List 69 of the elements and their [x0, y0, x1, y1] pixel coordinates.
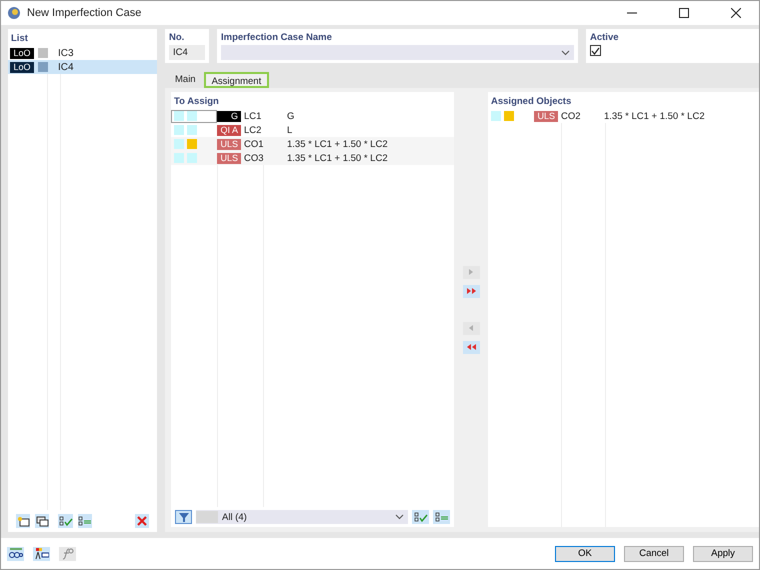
to-assign-title: To Assign	[173, 95, 220, 109]
display-icon	[34, 548, 48, 560]
units-button[interactable]	[7, 546, 24, 560]
formula-button[interactable]	[59, 546, 76, 560]
dialog-button[interactable]: Cancel	[624, 546, 684, 562]
uncheck-all-button[interactable]	[433, 510, 450, 524]
list-item[interactable]: LoO IC3	[8, 46, 157, 60]
name-cell-text: LC1	[243, 110, 262, 122]
load-type-tag: G	[217, 110, 241, 122]
list-item[interactable]: LoO IC4	[8, 60, 157, 74]
delete-icon	[136, 516, 147, 526]
tab[interactable]: Assignment	[204, 72, 270, 88]
copy-windows-icon	[36, 516, 49, 526]
name-label: Imperfection Case Name	[221, 31, 333, 45]
loo-tag: LoO	[10, 48, 34, 58]
item-name: IC4	[57, 62, 74, 72]
new-window-icon	[16, 516, 30, 526]
dialog-button[interactable]: OK	[555, 546, 615, 562]
active-checkbox[interactable]	[590, 45, 601, 56]
dialog-button[interactable]: Apply	[693, 546, 753, 562]
uncheck-all-button[interactable]	[78, 514, 92, 528]
formula-icon	[62, 548, 74, 560]
display-button[interactable]	[33, 546, 50, 560]
delete-button[interactable]	[134, 514, 150, 528]
maximize-icon	[679, 8, 689, 18]
name-cell-text: LC2	[243, 124, 262, 136]
description-cell-text: 1.35 * LC1 + 1.50 * LC2	[286, 152, 389, 164]
transfer-button[interactable]	[462, 284, 480, 298]
app-icon	[7, 6, 21, 20]
new-item-button[interactable]	[16, 514, 30, 528]
description-cell-text: G	[286, 110, 296, 122]
filter-icon	[178, 512, 188, 522]
check-list-icon	[414, 512, 428, 522]
uncheck-list-icon	[434, 512, 448, 522]
chevron-down-icon	[561, 50, 570, 56]
chevron-down-icon	[395, 514, 404, 520]
number-label: No.	[169, 31, 186, 45]
description-cell-text: 1.35 * LC1 + 1.50 * LC2	[603, 110, 706, 122]
uncheck-list-icon	[78, 516, 92, 526]
copy-button[interactable]	[35, 514, 50, 528]
transfer-button[interactable]	[462, 340, 480, 354]
number-field[interactable]: IC4	[169, 45, 205, 60]
check-all-button[interactable]	[412, 510, 429, 524]
color-swatch	[196, 511, 218, 523]
check-all-button[interactable]	[58, 514, 73, 528]
assigned-objects-title: Assigned Objects	[490, 95, 572, 109]
description-cell-text: L	[286, 124, 294, 136]
description-cell-text: 1.35 * LC1 + 1.50 * LC2	[286, 138, 389, 150]
load-type-tag: ULS	[534, 110, 558, 122]
loo-tag: LoO	[10, 62, 34, 72]
item-name: IC3	[57, 48, 74, 58]
load-type-tag: ULS	[217, 138, 241, 150]
double-arrow-icon	[466, 342, 476, 352]
close-icon	[731, 8, 741, 18]
active-label: Active	[590, 31, 620, 45]
checkmark-icon	[591, 46, 600, 54]
name-cell-text: CO3	[243, 152, 265, 164]
tab[interactable]: Main	[169, 72, 202, 88]
double-arrow-icon	[466, 286, 476, 296]
check-list-icon	[58, 516, 72, 526]
load-type-tag: ULS	[217, 152, 241, 164]
list-title: List	[10, 32, 29, 46]
window-title: New Imperfection Case	[27, 7, 142, 19]
filter-button[interactable]	[175, 510, 192, 524]
name-cell-text: CO1	[243, 138, 265, 150]
filter-dropdown[interactable]: All (4)	[196, 510, 408, 524]
name-cell-text: CO2	[560, 110, 582, 122]
load-type-tag: QI A	[217, 124, 241, 136]
decimal-icon	[8, 548, 22, 559]
